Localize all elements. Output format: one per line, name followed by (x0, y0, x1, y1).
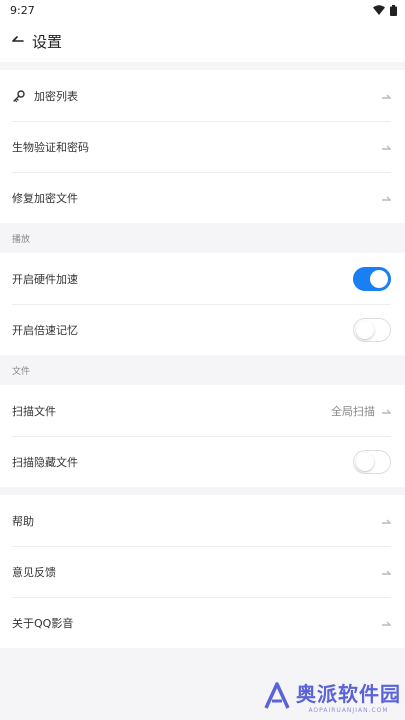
arrow-icon (382, 621, 391, 626)
gap-top (0, 62, 405, 70)
status-time: 9:27 (10, 3, 35, 17)
toggle-knob (356, 452, 374, 471)
row-encrypted-list[interactable]: 加密列表 (0, 70, 405, 121)
battery-icon (390, 4, 397, 16)
arrow-icon (382, 409, 391, 414)
arrow-icon (382, 519, 391, 524)
scan-mode-value: 全局扫描 (331, 404, 375, 418)
scan-hidden-files-toggle[interactable] (353, 449, 391, 474)
row-label: 扫描文件 (12, 404, 56, 418)
row-speed-memory: 开启倍速记忆 (0, 304, 405, 355)
row-label: 修复加密文件 (12, 191, 78, 205)
status-icons (373, 4, 397, 16)
row-scan-hidden-files: 扫描隐藏文件 (0, 436, 405, 487)
watermark: 奥派软件园 AOPAIRUANJIAN.COM (262, 678, 401, 714)
app-header: 设置 (0, 20, 405, 62)
row-help[interactable]: 帮助 (0, 495, 405, 546)
arrow-icon (382, 570, 391, 575)
row-label: 加密列表 (34, 89, 78, 103)
group-encryption: 加密列表 生物验证和密码 修复加密文件 (0, 70, 405, 223)
row-about-app[interactable]: 关于QQ影音 (0, 597, 405, 648)
watermark-text: 奥派软件园 AOPAIRUANJIAN.COM (296, 678, 401, 714)
row-label: 帮助 (12, 514, 34, 528)
speed-memory-toggle[interactable] (353, 317, 391, 342)
arrow-icon (382, 196, 391, 201)
group-playback: 开启硬件加速 开启倍速记忆 (0, 253, 405, 355)
wifi-icon (373, 5, 385, 15)
row-label: 关于QQ影音 (12, 616, 74, 630)
key-icon (13, 89, 25, 102)
section-header-playback: 播放 (0, 223, 405, 253)
arrow-icon (382, 94, 391, 99)
watermark-sub-text: AOPAIRUANJIAN.COM (308, 707, 389, 714)
hardware-acceleration-toggle[interactable] (353, 266, 391, 291)
back-arrow-icon[interactable] (10, 33, 26, 49)
row-label: 开启硬件加速 (12, 272, 78, 286)
group-about: 帮助 意见反馈 关于QQ影音 (0, 495, 405, 648)
row-label: 生物验证和密码 (12, 140, 89, 154)
toggle-knob (370, 269, 388, 288)
row-biometric-password[interactable]: 生物验证和密码 (0, 121, 405, 172)
status-bar: 9:27 (0, 0, 405, 20)
row-label: 意见反馈 (12, 565, 56, 579)
toggle-knob (356, 320, 374, 339)
watermark-logo-icon (264, 682, 290, 709)
row-label: 扫描隐藏文件 (12, 455, 78, 469)
page-title: 设置 (32, 32, 63, 51)
watermark-main-text: 奥派软件园 (296, 682, 401, 706)
arrow-icon (382, 145, 391, 150)
row-label: 开启倍速记忆 (12, 323, 78, 337)
section-header-files: 文件 (0, 355, 405, 385)
group-files: 扫描文件 全局扫描 扫描隐藏文件 (0, 385, 405, 487)
row-scan-files[interactable]: 扫描文件 全局扫描 (0, 385, 405, 436)
row-hardware-acceleration: 开启硬件加速 (0, 253, 405, 304)
row-feedback[interactable]: 意见反馈 (0, 546, 405, 597)
row-repair-encrypted[interactable]: 修复加密文件 (0, 172, 405, 223)
gap-about (0, 487, 405, 495)
